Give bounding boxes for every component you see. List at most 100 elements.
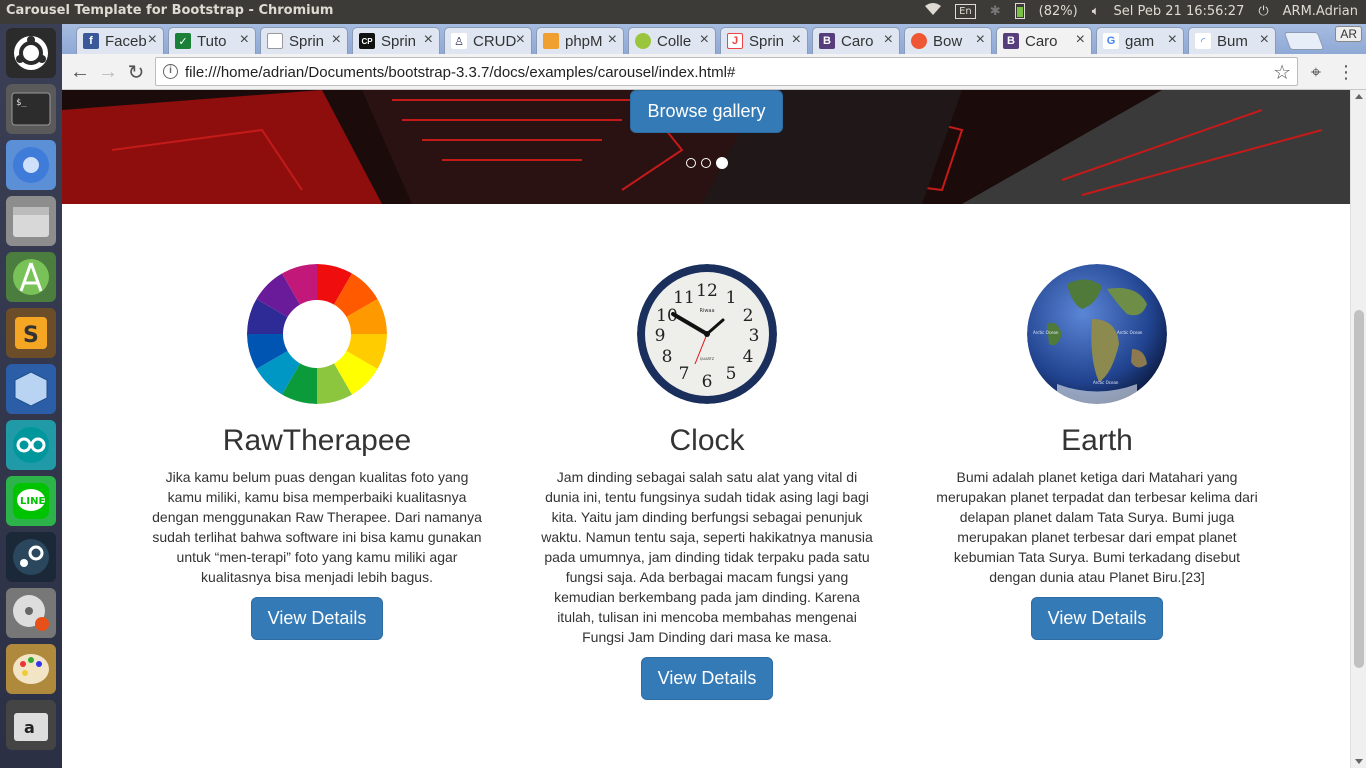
view-details-button[interactable]: View Details <box>640 657 774 700</box>
carousel-indicator[interactable] <box>701 158 711 168</box>
column-text: Jam dinding sebagai salah satu alat yang… <box>541 469 873 645</box>
tab-carousel-active[interactable]: B Caro × <box>996 27 1092 54</box>
globe-ocean-label: Arctic Ocean <box>1117 330 1143 335</box>
svg-text:a: a <box>24 718 35 737</box>
svg-text:4: 4 <box>743 347 754 367</box>
tab-close-icon[interactable]: × <box>516 31 525 49</box>
top-panel: Carousel Template for Bootstrap - Chromi… <box>0 0 1366 24</box>
forward-arrow-icon[interactable]: → <box>96 60 120 84</box>
svg-text:7: 7 <box>679 364 690 384</box>
tab-close-icon[interactable]: × <box>332 31 341 49</box>
brasero-icon[interactable] <box>6 588 56 638</box>
clock-datetime[interactable]: Sel Peb 21 16:56:27 <box>1114 4 1245 19</box>
page-scrollbar[interactable] <box>1350 90 1366 768</box>
arduino-icon[interactable] <box>6 420 56 470</box>
tab-close-icon[interactable]: × <box>976 31 985 49</box>
power-icon[interactable]: ⏻ <box>1258 4 1268 19</box>
column-text: Jika kamu belum puas dengan kualitas fot… <box>152 469 482 585</box>
tab-close-icon[interactable]: × <box>1076 31 1085 49</box>
bluetooth-icon[interactable]: ✱ <box>990 4 1001 19</box>
tab-carousel-1[interactable]: B Caro × <box>812 27 900 54</box>
wall-clock-image: 12 1 2 345 678 9 10 11 Riwaa QUARTZ <box>637 264 777 404</box>
tab-colle[interactable]: Colle × <box>628 27 716 54</box>
tab-close-icon[interactable]: × <box>240 31 249 49</box>
battery-percentage[interactable]: (82%) <box>1039 4 1078 19</box>
sublime-text-icon[interactable]: S <box>6 308 56 358</box>
battery-icon[interactable] <box>1014 3 1025 19</box>
back-arrow-icon[interactable]: ← <box>68 60 92 84</box>
tab-close-icon[interactable]: × <box>148 31 157 49</box>
column-text: Bumi adalah planet ketiga dari Matahari … <box>936 469 1258 585</box>
svg-text:3: 3 <box>749 326 760 346</box>
line-icon[interactable]: LINE <box>6 476 56 526</box>
scroll-up-arrow-icon[interactable] <box>1355 94 1363 99</box>
tab-phpmyadmin[interactable]: phpM × <box>536 27 624 54</box>
svg-text:S: S <box>23 323 39 348</box>
crud-icon: ♙ <box>451 33 467 49</box>
tab-close-icon[interactable]: × <box>424 31 433 49</box>
android-studio-icon[interactable] <box>6 252 56 302</box>
carousel-indicator-active[interactable] <box>716 157 728 169</box>
keyboard-layout-indicator[interactable]: En <box>955 3 976 19</box>
svg-text:2: 2 <box>743 306 754 326</box>
profile-button[interactable]: AR <box>1335 26 1362 42</box>
page-icon <box>267 33 283 49</box>
address-bar[interactable]: i file:///home/adrian/Documents/bootstra… <box>155 57 1298 86</box>
svg-text:11: 11 <box>673 288 695 308</box>
carousel-indicator[interactable] <box>686 158 696 168</box>
page-viewport: Browse gallery RawTherapee Jika kamu bel… <box>62 90 1350 768</box>
steam-icon[interactable] <box>6 532 56 582</box>
tab-spring-1[interactable]: Sprin × <box>260 27 348 54</box>
browse-gallery-button[interactable]: Browse gallery <box>630 90 783 133</box>
tab-tuto[interactable]: ✓ Tuto × <box>168 27 256 54</box>
new-tab-button[interactable] <box>1283 32 1325 50</box>
terminal-icon[interactable]: $_ <box>6 84 56 134</box>
url-text[interactable]: file:///home/adrian/Documents/bootstrap-… <box>185 64 735 81</box>
svg-text:$_: $_ <box>16 98 27 108</box>
amazon-icon[interactable]: a <box>6 700 56 750</box>
column-heading: RawTherapee <box>222 424 412 457</box>
tab-close-icon[interactable]: × <box>608 31 617 49</box>
user-name[interactable]: ARM.Adrian <box>1283 4 1358 19</box>
virtualbox-icon[interactable] <box>6 364 56 414</box>
tab-spring-2[interactable]: CP Sprin × <box>352 27 440 54</box>
tab-bumi[interactable]: ◜ Bum × <box>1188 27 1276 54</box>
volume-icon[interactable]: 🔈︎ <box>1092 4 1100 19</box>
ubuntu-dash-icon[interactable] <box>6 28 56 78</box>
scroll-down-arrow-icon[interactable] <box>1355 759 1363 764</box>
clock-sub-text: QUARTZ <box>700 357 715 361</box>
tab-bower[interactable]: Bow × <box>904 27 992 54</box>
files-icon[interactable] <box>6 196 56 246</box>
view-details-button[interactable]: View Details <box>250 597 384 640</box>
leaf-icon <box>635 33 651 49</box>
extension-icon[interactable]: ⌖ <box>1304 60 1328 84</box>
tab-spring-3[interactable]: J Sprin × <box>720 27 808 54</box>
tab-close-icon[interactable]: × <box>1168 31 1177 49</box>
globe-ocean-label: Arctic Ocean <box>1093 380 1119 385</box>
info-icon[interactable]: i <box>163 64 178 79</box>
tab-close-icon[interactable]: × <box>884 31 893 49</box>
bookmark-star-icon[interactable]: ☆ <box>1273 60 1291 85</box>
color-wheel-image <box>247 264 387 404</box>
tab-facebook[interactable]: f Faceb × <box>76 27 164 54</box>
svg-text:6: 6 <box>702 372 713 392</box>
scrollbar-thumb[interactable] <box>1354 310 1364 668</box>
tab-close-icon[interactable]: × <box>700 31 709 49</box>
browser-toolbar: ← → ↻ i file:///home/adrian/Documents/bo… <box>62 54 1366 90</box>
menu-icon[interactable]: ⋮ <box>1334 60 1358 84</box>
facebook-icon: f <box>83 33 99 49</box>
svg-text:1: 1 <box>726 288 737 308</box>
tab-close-icon[interactable]: × <box>1260 31 1269 49</box>
view-details-button[interactable]: View Details <box>1030 597 1164 640</box>
unity-launcher: $_ S LINE a <box>0 24 62 768</box>
wifi-icon[interactable] <box>925 3 942 19</box>
phpmyadmin-icon <box>543 33 559 49</box>
paint-icon[interactable] <box>6 644 56 694</box>
tab-close-icon[interactable]: × <box>792 31 801 49</box>
tab-google[interactable]: G gam × <box>1096 27 1184 54</box>
chromium-icon[interactable] <box>6 140 56 190</box>
j-icon: J <box>727 33 743 49</box>
tab-crud[interactable]: ♙ CRUD × <box>444 27 532 54</box>
loading-icon: ◜ <box>1195 33 1211 49</box>
reload-icon[interactable]: ↻ <box>124 60 148 84</box>
